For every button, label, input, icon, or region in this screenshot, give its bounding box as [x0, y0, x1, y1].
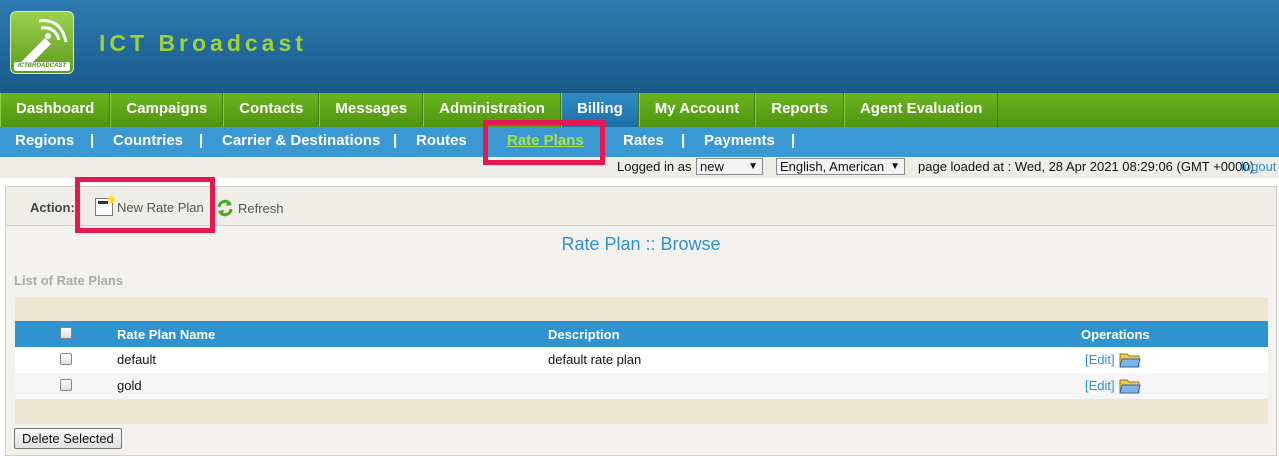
- rate-plan-name: default: [117, 352, 157, 367]
- main-nav-my-account[interactable]: My Account: [638, 93, 756, 127]
- table-row: default default rate plan [Edit]: [15, 347, 1268, 373]
- user-select[interactable]: new ▼: [696, 158, 763, 175]
- brand-title: ICT Broadcast: [99, 30, 307, 56]
- sub-nav-rates[interactable]: Rates: [623, 127, 664, 157]
- sub-nav-separator: |: [393, 132, 398, 149]
- page-title: Rate Plan :: Browse: [561, 234, 721, 254]
- rate-plan-name: gold: [117, 378, 142, 393]
- main-nav-contacts[interactable]: Contacts: [223, 93, 320, 127]
- language-select[interactable]: English, American ▼: [776, 158, 905, 175]
- row-checkbox[interactable]: [60, 353, 72, 365]
- page-loaded-text: page loaded at : Wed, 28 Apr 2021 08:29:…: [918, 159, 1254, 174]
- list-title: List of Rate Plans: [14, 273, 124, 288]
- table-header: Rate Plan Name Description Operations: [15, 321, 1268, 347]
- edit-link[interactable]: [Edit]: [1085, 378, 1115, 393]
- rate-plans-table: Rate Plan Name Description Operations de…: [15, 297, 1268, 424]
- open-folder-icon[interactable]: [1119, 376, 1141, 394]
- main-nav: Dashboard Campaigns Contacts Messages Ad…: [0, 93, 1279, 127]
- sub-nav-countries[interactable]: Countries: [113, 127, 183, 157]
- main-nav-campaigns[interactable]: Campaigns: [110, 93, 224, 127]
- sub-nav-separator: |: [90, 132, 95, 149]
- edit-link[interactable]: [Edit]: [1085, 352, 1115, 367]
- status-bar: Logged in as : new ▼ English, American ▼…: [0, 157, 1279, 178]
- highlight-box-new-rate-plan: [75, 177, 215, 233]
- action-label: Action:: [30, 200, 75, 215]
- rate-plan-description: default rate plan: [548, 352, 642, 367]
- chevron-down-icon: ▼: [890, 161, 900, 172]
- logout-link[interactable]: logout: [1241, 159, 1276, 174]
- sub-nav-carrier-destinations[interactable]: Carrier & Destinations: [222, 127, 380, 157]
- sub-nav-separator: |: [681, 132, 686, 149]
- logo-caption: ICTBROADCAST: [14, 62, 70, 71]
- logged-in-label: Logged in as :: [617, 159, 699, 174]
- select-all-checkbox[interactable]: [60, 327, 72, 339]
- main-nav-dashboard[interactable]: Dashboard: [0, 93, 111, 127]
- main-nav-messages[interactable]: Messages: [319, 93, 424, 127]
- app-header: ICTBROADCAST ICT Broadcast: [0, 0, 1279, 93]
- sub-nav-regions[interactable]: Regions: [15, 127, 74, 157]
- column-header-name: Rate Plan Name: [117, 327, 216, 342]
- row-checkbox[interactable]: [60, 379, 72, 391]
- sub-nav: Regions | Countries | Carrier & Destinat…: [0, 127, 1279, 157]
- main-nav-agent-evaluation[interactable]: Agent Evaluation: [843, 93, 999, 127]
- refresh-button[interactable]: Refresh: [215, 198, 284, 218]
- user-select-value: new: [700, 159, 724, 174]
- sub-nav-routes[interactable]: Routes: [416, 127, 467, 157]
- column-header-operations: Operations: [1081, 327, 1150, 342]
- refresh-label: Refresh: [238, 200, 284, 216]
- language-select-value: English, American: [780, 159, 885, 174]
- table-row: gold [Edit]: [15, 373, 1268, 399]
- highlight-box-rate-plans: [483, 120, 605, 165]
- column-header-description: Description: [548, 327, 620, 342]
- sub-nav-separator: |: [199, 132, 204, 149]
- main-nav-reports[interactable]: Reports: [755, 93, 844, 127]
- ictbroadcast-logo[interactable]: ICTBROADCAST: [10, 11, 74, 74]
- open-folder-icon[interactable]: [1119, 350, 1141, 368]
- sub-nav-payments[interactable]: Payments: [704, 127, 775, 157]
- chevron-down-icon: ▼: [748, 161, 758, 172]
- refresh-icon: [217, 199, 233, 217]
- delete-selected-button[interactable]: Delete Selected: [14, 428, 122, 449]
- sub-nav-separator: |: [791, 132, 796, 149]
